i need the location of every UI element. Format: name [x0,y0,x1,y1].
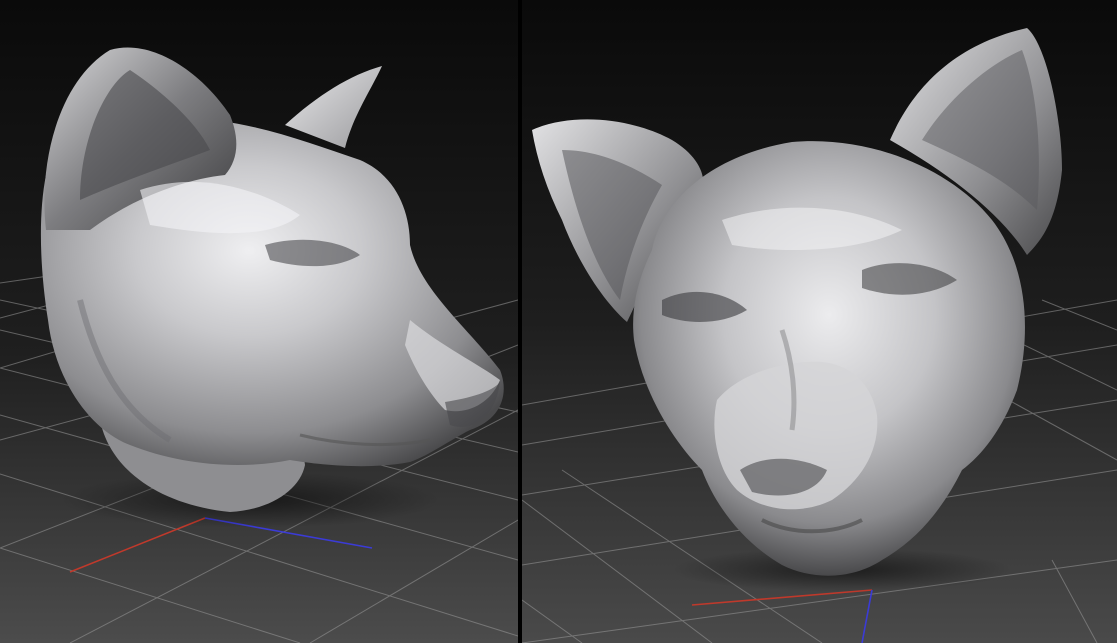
viewport-left[interactable] [0,0,518,643]
viewport-right-canvas[interactable] [522,0,1117,643]
viewport-left-canvas[interactable] [0,0,518,643]
sculpt-comparison [0,0,1117,643]
viewport-right[interactable] [522,0,1117,643]
